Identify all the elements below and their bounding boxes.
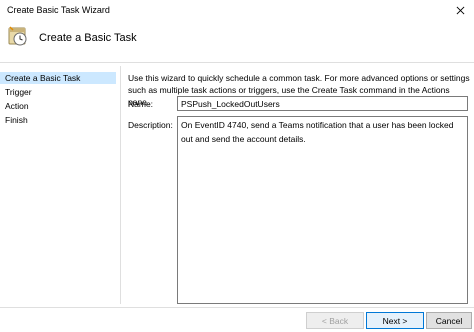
close-icon (456, 6, 464, 14)
nav-step-action[interactable]: Action (0, 100, 116, 112)
title-bar: Create Basic Task Wizard (0, 0, 474, 20)
window-title: Create Basic Task Wizard (7, 5, 110, 15)
next-button-label: Next > (382, 315, 408, 326)
nav-step-label: Action (5, 101, 29, 111)
nav-step-create-basic-task[interactable]: Create a Basic Task (0, 72, 116, 84)
close-button[interactable] (446, 0, 474, 20)
next-button[interactable]: Next > (366, 312, 424, 329)
wizard-steps-nav: Create a Basic Task Trigger Action Finis… (0, 66, 116, 302)
back-button[interactable]: < Back (306, 312, 364, 329)
nav-step-label: Trigger (5, 87, 32, 97)
button-divider (0, 307, 474, 308)
intro-line-1: Use this wizard to quickly schedule a co… (128, 73, 470, 83)
page-title: Create a Basic Task (39, 32, 137, 44)
nav-step-label: Create a Basic Task (5, 73, 81, 83)
wizard-header: Create a Basic Task (0, 20, 474, 60)
header-divider (0, 62, 474, 63)
nav-step-trigger[interactable]: Trigger (0, 86, 116, 98)
task-scheduler-clock-icon (8, 26, 27, 46)
name-label: Name: (128, 99, 154, 109)
nav-step-finish[interactable]: Finish (0, 114, 116, 126)
back-button-label: < Back (321, 315, 349, 326)
name-field[interactable] (177, 96, 468, 111)
description-field[interactable]: On EventID 4740, send a Teams notificati… (177, 116, 468, 304)
nav-step-label: Finish (5, 115, 28, 125)
nav-divider (120, 66, 121, 304)
cancel-button[interactable]: Cancel (426, 312, 472, 329)
cancel-button-label: Cancel (435, 315, 463, 326)
description-label: Description: (128, 120, 173, 130)
